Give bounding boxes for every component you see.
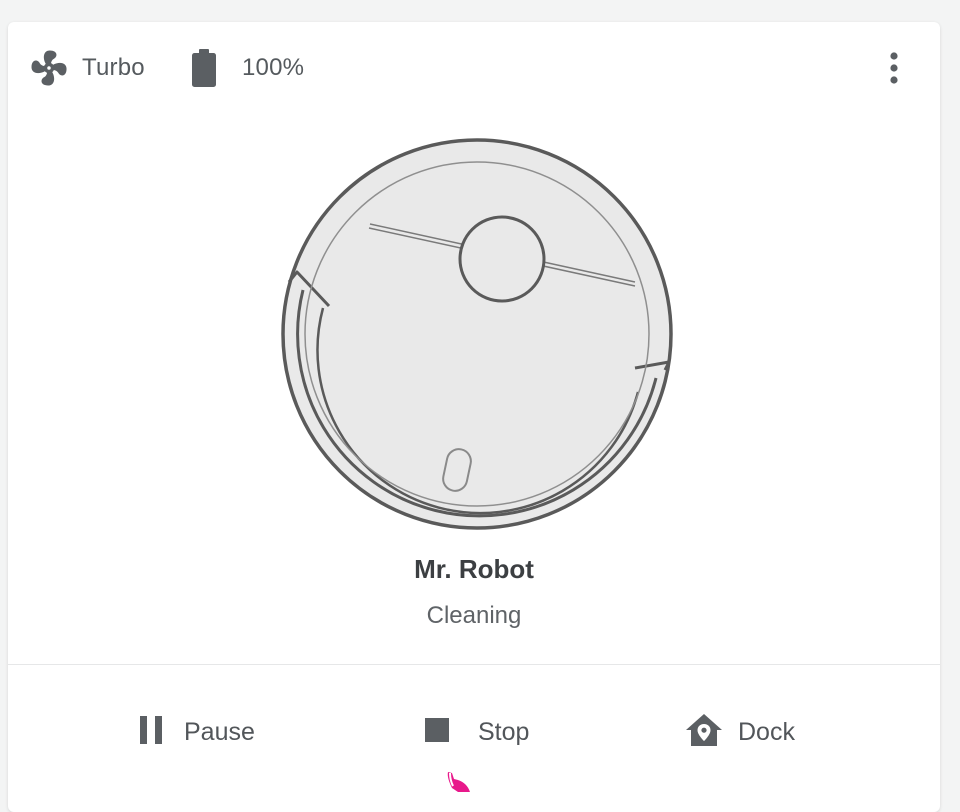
robot-vacuum-image (273, 130, 681, 538)
pause-label: Pause (184, 717, 255, 746)
stop-label: Stop (478, 717, 530, 746)
dock-button[interactable]: Dock (684, 702, 795, 762)
pause-button[interactable]: Pause (138, 702, 255, 762)
fan-speed-control[interactable]: Turbo (28, 48, 145, 88)
vacuum-card: Turbo 100% Mr. Robot Cleaning Pause Stop… (8, 22, 940, 812)
dock-label: Dock (738, 717, 795, 746)
more-options-button[interactable] (878, 50, 910, 90)
card-header: Turbo 100% (8, 22, 940, 112)
battery-status: 100% (190, 48, 304, 88)
battery-level-label: 100% (242, 54, 305, 81)
battery-icon (190, 47, 218, 89)
divider (8, 664, 940, 665)
robot-name: Mr. Robot (414, 554, 534, 584)
fan-icon (28, 47, 70, 89)
action-bar: Pause Stop Dock (8, 702, 940, 762)
stop-button[interactable]: Stop (424, 702, 529, 762)
home-map-marker-icon (684, 712, 724, 753)
more-vert-icon (888, 50, 900, 91)
stop-icon (424, 717, 450, 748)
fan-speed-label: Turbo (82, 54, 145, 81)
pointer-cursor-icon (438, 770, 478, 792)
pause-icon (138, 715, 164, 750)
robot-status: Cleaning (426, 602, 522, 629)
